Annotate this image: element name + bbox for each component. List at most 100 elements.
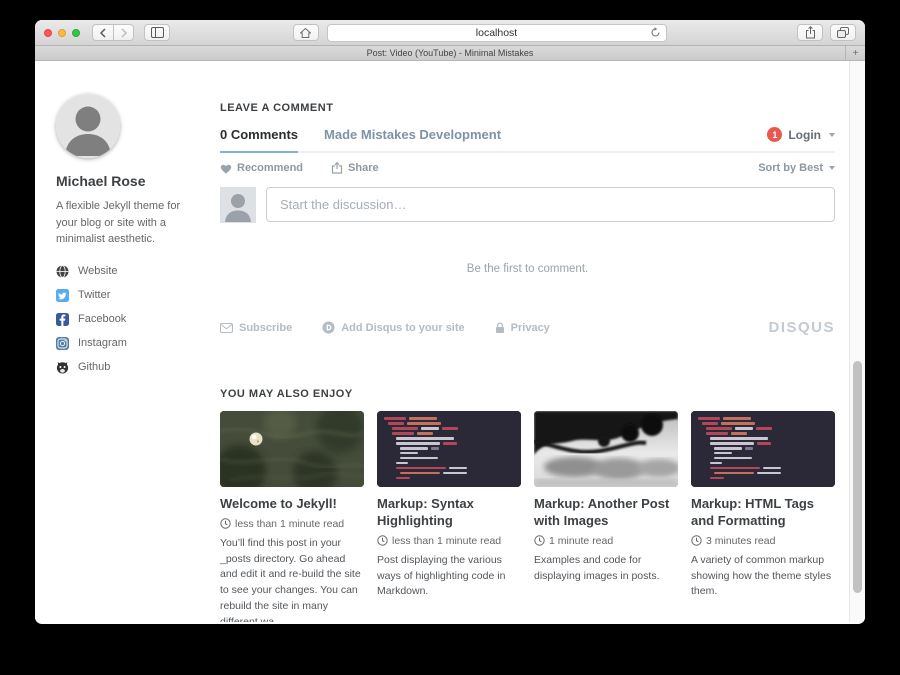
subscribe-button[interactable]: Subscribe xyxy=(220,322,292,334)
related-post-card: Markup: Another Post with Images 1 minut… xyxy=(534,411,678,622)
disqus-wordmark: DISQUS xyxy=(768,319,835,336)
read-time: 3 minutes read xyxy=(691,535,835,547)
post-excerpt: A variety of common markup showing how t… xyxy=(691,553,835,600)
add-disqus-link[interactable]: Add Disqus to your site xyxy=(322,321,464,334)
reload-icon xyxy=(650,27,661,38)
author-profile: Michael Rose A flexible Jekyll theme for… xyxy=(56,94,206,622)
facebook-icon xyxy=(56,313,69,326)
read-time: less than 1 minute read xyxy=(220,518,364,530)
link-label: Github xyxy=(78,361,110,373)
sidebar-item-website[interactable]: Website xyxy=(56,265,206,278)
read-time-label: less than 1 minute read xyxy=(392,535,501,547)
link-label: Twitter xyxy=(78,289,110,301)
privacy-link[interactable]: Privacy xyxy=(495,322,550,334)
scrollbar-track[interactable] xyxy=(849,61,865,622)
post-excerpt: Examples and code for displaying images … xyxy=(534,553,678,585)
guest-avatar xyxy=(220,187,256,223)
empty-comments-message: Be the first to comment. xyxy=(220,263,835,275)
recommend-label: Recommend xyxy=(237,162,303,174)
post-title-link[interactable]: Markup: HTML Tags and Formatting xyxy=(691,496,835,530)
sidebar-item-facebook[interactable]: Facebook xyxy=(56,313,206,326)
forward-button[interactable] xyxy=(113,24,134,41)
read-time-label: 3 minutes read xyxy=(706,535,775,547)
active-tab[interactable]: Post: Video (YouTube) - Minimal Mistakes xyxy=(367,48,534,58)
sidebar-icon xyxy=(151,27,164,38)
close-window-button[interactable] xyxy=(44,29,52,37)
post-thumbnail-code[interactable] xyxy=(377,411,521,487)
scrollbar-thumb[interactable] xyxy=(853,361,862,593)
person-silhouette-icon xyxy=(220,187,256,223)
tabs-icon xyxy=(837,27,849,38)
post-excerpt: Post displaying the various ways of high… xyxy=(377,553,521,600)
twitter-icon xyxy=(56,289,69,302)
disqus-footer: Subscribe Add Disqus to your site Privac… xyxy=(220,319,835,336)
traffic-lights xyxy=(44,29,80,37)
github-icon xyxy=(56,361,69,374)
code-screenshot-image xyxy=(691,411,835,487)
lock-icon xyxy=(495,322,505,334)
url-text: localhost xyxy=(476,27,517,39)
tab-comment-count[interactable]: 0 Comments xyxy=(220,127,298,153)
related-post-card: Markup: HTML Tags and Formatting 3 minut… xyxy=(691,411,835,622)
read-time-label: 1 minute read xyxy=(549,535,613,547)
login-label: Login xyxy=(788,128,821,142)
tab-overview-button[interactable] xyxy=(830,24,856,41)
sidebar-item-instagram[interactable]: Instagram xyxy=(56,337,206,350)
privacy-label: Privacy xyxy=(511,322,550,334)
post-title-link[interactable]: Markup: Another Post with Images xyxy=(534,496,678,530)
chevron-down-icon xyxy=(829,133,835,137)
author-avatar xyxy=(56,94,120,158)
post-thumbnail-green-macro[interactable] xyxy=(220,411,364,487)
post-excerpt: You’ll find this post in your _posts dir… xyxy=(220,536,364,622)
instagram-icon xyxy=(56,337,69,350)
back-button[interactable] xyxy=(92,24,113,41)
new-tab-button[interactable]: + xyxy=(845,46,865,60)
share-label: Share xyxy=(348,162,379,174)
author-name: Michael Rose xyxy=(56,173,206,189)
chevron-right-icon xyxy=(120,28,128,38)
recommend-button[interactable]: Recommend xyxy=(220,162,303,174)
subscribe-label: Subscribe xyxy=(239,322,292,334)
related-post-card: Markup: Syntax Highlighting less than 1 … xyxy=(377,411,521,622)
read-time: 1 minute read xyxy=(534,535,678,547)
address-bar[interactable]: localhost xyxy=(327,24,667,42)
community-link[interactable]: Made Mistakes Development xyxy=(324,127,501,151)
related-post-card: Welcome to Jekyll! less than 1 minute re… xyxy=(220,411,364,622)
post-thumbnail-foggy-tree[interactable] xyxy=(534,411,678,487)
tab-bar: Post: Video (YouTube) - Minimal Mistakes… xyxy=(35,46,865,61)
read-time-label: less than 1 minute read xyxy=(235,518,344,530)
envelope-icon xyxy=(220,323,233,333)
disqus-header: 0 Comments Made Mistakes Development 1 L… xyxy=(220,127,835,153)
globe-icon xyxy=(56,265,69,278)
notification-badge[interactable]: 1 xyxy=(767,127,782,142)
minimize-window-button[interactable] xyxy=(58,29,66,37)
person-silhouette-icon xyxy=(56,94,120,158)
zoom-window-button[interactable] xyxy=(72,29,80,37)
sidebar-item-github[interactable]: Github xyxy=(56,361,206,374)
green-macro-image xyxy=(220,411,364,487)
post-title-link[interactable]: Markup: Syntax Highlighting xyxy=(377,496,521,530)
share-page-button[interactable] xyxy=(797,24,823,41)
author-bio: A flexible Jekyll theme for your blog or… xyxy=(56,198,188,248)
share-button[interactable]: Share xyxy=(331,162,379,174)
home-button[interactable] xyxy=(293,24,319,41)
login-control[interactable]: 1 Login xyxy=(767,127,835,142)
link-label: Website xyxy=(78,265,118,277)
sort-dropdown[interactable]: Sort by Best xyxy=(758,162,835,174)
add-disqus-label: Add Disqus to your site xyxy=(341,322,464,334)
code-screenshot-image xyxy=(377,411,521,487)
browser-window: localhost Post: Video (YouTube) - Minima… xyxy=(35,20,865,624)
comment-input[interactable] xyxy=(266,187,835,222)
reload-button[interactable] xyxy=(650,27,661,41)
clock-icon xyxy=(691,535,702,546)
foggy-tree-image xyxy=(534,411,678,487)
sidebar-item-twitter[interactable]: Twitter xyxy=(56,289,206,302)
post-title-link[interactable]: Welcome to Jekyll! xyxy=(220,496,364,513)
chevron-down-icon xyxy=(829,166,835,170)
read-time: less than 1 minute read xyxy=(377,535,521,547)
sidebar-toggle-button[interactable] xyxy=(144,24,170,41)
sort-label: Sort by Best xyxy=(758,162,823,174)
browser-toolbar: localhost xyxy=(35,20,865,46)
post-thumbnail-code[interactable] xyxy=(691,411,835,487)
comment-composer xyxy=(220,187,835,223)
